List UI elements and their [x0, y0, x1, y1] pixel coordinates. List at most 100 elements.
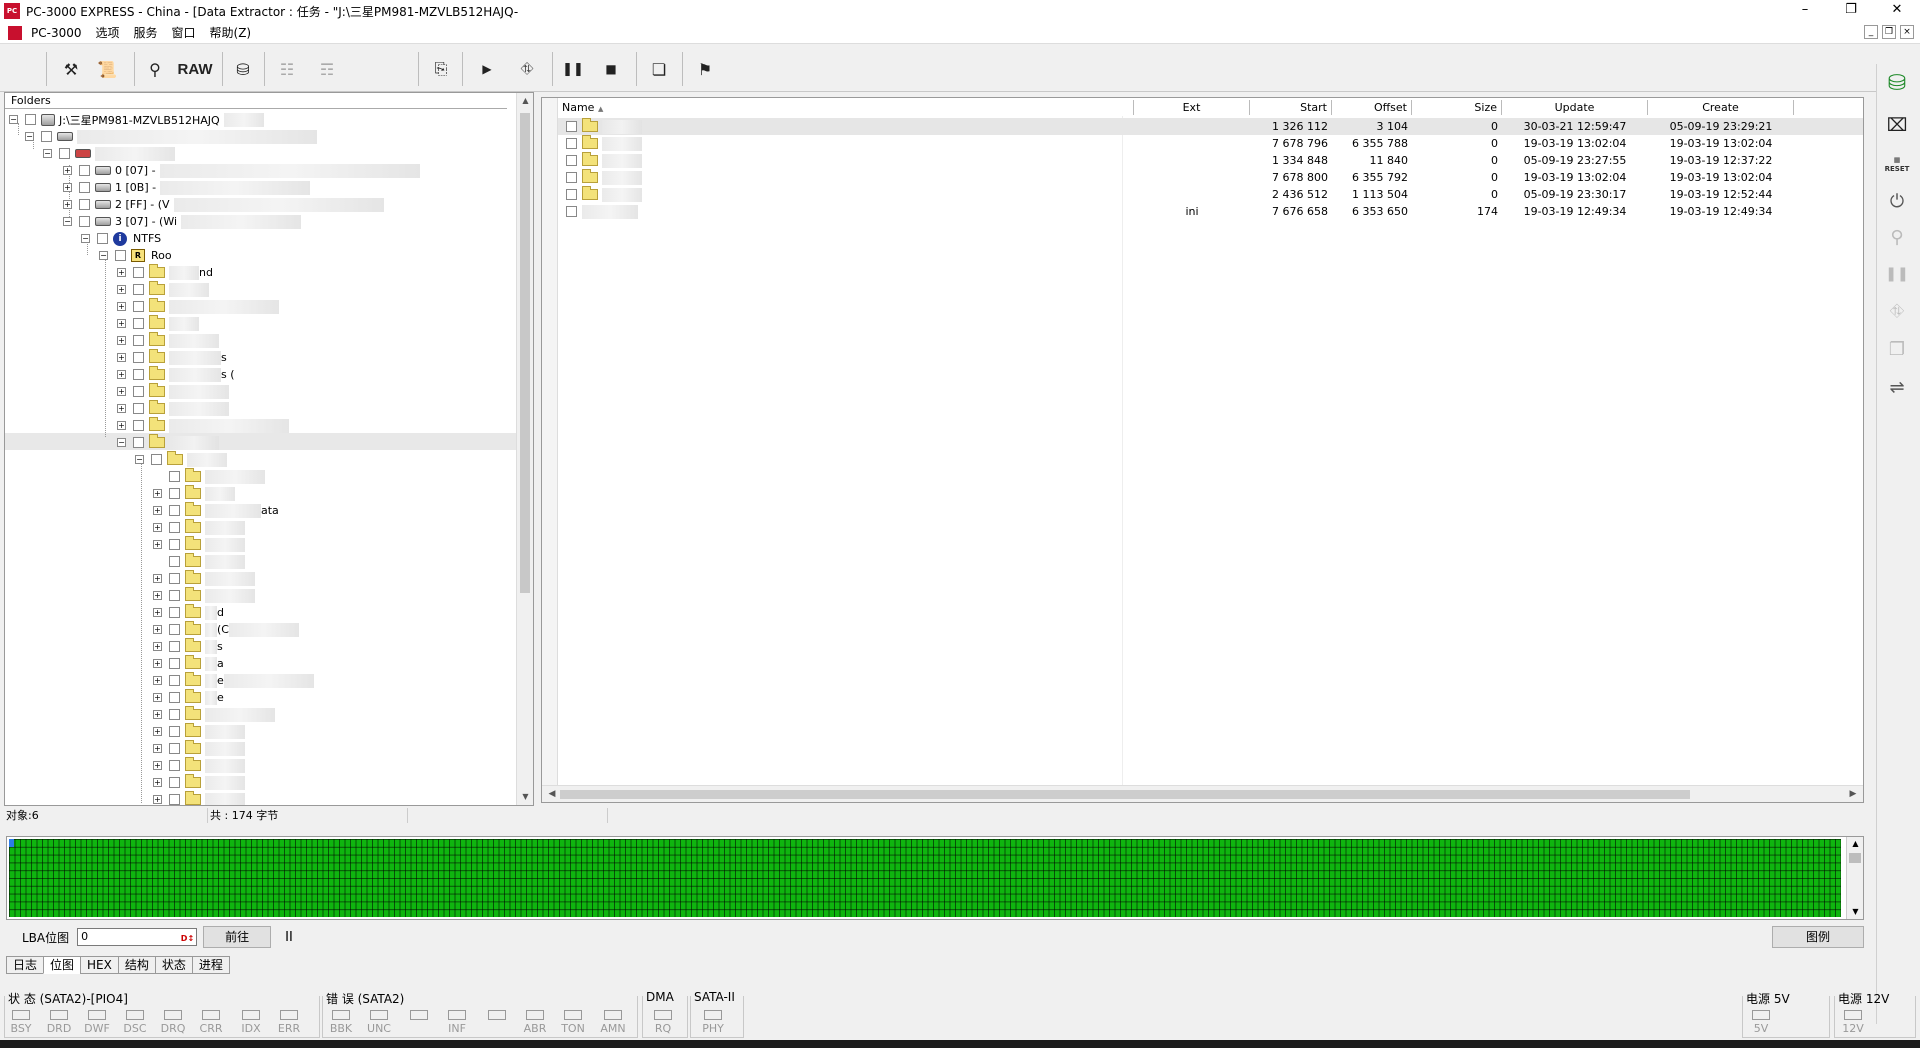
tree-folder[interactable]: +	[117, 315, 199, 332]
tree-checkbox[interactable]	[59, 148, 70, 159]
tree-folder[interactable]: +	[153, 587, 255, 604]
scroll-up-icon[interactable]: ▲	[1847, 837, 1864, 851]
column-update[interactable]: Update	[1502, 100, 1648, 115]
table-row[interactable]: 7 678 800 6 355 792 0 19-03-19 13:02:04 …	[558, 169, 1863, 186]
tree-folder[interactable]: −	[135, 451, 227, 468]
expand-icon[interactable]: +	[63, 183, 72, 192]
tree-checkbox[interactable]	[169, 573, 180, 584]
tree-folder[interactable]: +	[153, 485, 235, 502]
expand-icon[interactable]: +	[153, 540, 162, 549]
tree-checkbox[interactable]	[79, 199, 90, 210]
expand-icon[interactable]: +	[153, 727, 162, 736]
menu-window[interactable]: 窗口	[165, 24, 203, 41]
collapse-icon[interactable]: −	[9, 115, 18, 124]
expand-icon[interactable]: +	[117, 336, 126, 345]
tree-checkbox[interactable]	[133, 284, 144, 295]
tree-folder[interactable]: + a	[153, 655, 224, 672]
tree-item-root[interactable]: − R Roo	[99, 247, 172, 264]
expand-icon[interactable]: +	[117, 319, 126, 328]
tree-checkbox[interactable]	[41, 131, 52, 142]
expand-icon[interactable]: +	[117, 302, 126, 311]
tree-checkbox[interactable]	[169, 556, 180, 567]
binoculars-icon[interactable]: ⚲	[142, 54, 168, 84]
tree-checkbox[interactable]	[169, 658, 180, 669]
tree-checkbox[interactable]	[79, 165, 90, 176]
network-task-icon[interactable]: ⛗	[510, 54, 544, 84]
tree-folder-selected[interactable]: −	[117, 434, 219, 451]
tab-hex[interactable]: HEX	[80, 956, 118, 974]
tree-checkbox[interactable]	[169, 794, 180, 805]
tree-folder[interactable]: + e	[153, 689, 224, 706]
raw-button[interactable]: RAW	[174, 54, 216, 84]
tree-folder[interactable]: +	[153, 536, 245, 553]
column-ext[interactable]: Ext	[1134, 100, 1250, 115]
row-checkbox[interactable]	[566, 121, 577, 132]
tree-checkbox[interactable]	[169, 624, 180, 635]
tree-checkbox[interactable]	[169, 726, 180, 737]
pause-button[interactable]: II	[285, 930, 293, 945]
collapse-icon[interactable]: −	[63, 217, 72, 226]
expand-icon[interactable]: +	[153, 625, 162, 634]
tree-item-disk[interactable]: −	[43, 145, 175, 162]
tree-folder[interactable]: + s	[153, 638, 223, 655]
tree-structure-icon[interactable]: ☷	[272, 54, 302, 84]
expand-icon[interactable]: +	[153, 744, 162, 753]
expand-icon[interactable]: +	[153, 523, 162, 532]
tree-folder[interactable]: + nd	[117, 264, 213, 281]
scroll-down-icon[interactable]: ▼	[517, 789, 533, 805]
mdi-restore-button[interactable]: ❐	[1882, 25, 1896, 39]
tab-structure[interactable]: 结构	[117, 956, 155, 974]
pause-icon[interactable]: ❚❚	[1883, 260, 1911, 288]
play-icon[interactable]: ▶	[472, 54, 502, 84]
tree-folder[interactable]: +	[153, 791, 245, 805]
tree-folder[interactable]: +	[117, 383, 229, 400]
scroll-left-icon[interactable]: ◀	[544, 786, 560, 802]
expand-icon[interactable]: +	[153, 591, 162, 600]
row-checkbox[interactable]	[566, 155, 577, 166]
tree-item-ntfs[interactable]: − i NTFS	[81, 230, 161, 247]
expand-icon[interactable]: +	[153, 761, 162, 770]
tree-checkbox[interactable]	[133, 318, 144, 329]
table-row[interactable]: 2 436 512 1 113 504 0 05-09-19 23:30:17 …	[558, 186, 1863, 203]
row-checkbox[interactable]	[566, 189, 577, 200]
tree-folder[interactable]: + s (	[117, 366, 235, 383]
tree-checkbox[interactable]	[169, 607, 180, 618]
tree-checkbox[interactable]	[169, 641, 180, 652]
expand-icon[interactable]: +	[153, 693, 162, 702]
tree-checkbox[interactable]	[133, 386, 144, 397]
network-icon[interactable]: ⛗	[1883, 298, 1911, 326]
connector-icon[interactable]: ⇌	[1883, 374, 1911, 402]
expand-icon[interactable]: +	[117, 421, 126, 430]
tree-checkbox[interactable]	[169, 675, 180, 686]
disconnect-icon[interactable]: ⌧	[1883, 112, 1911, 140]
column-create[interactable]: Create	[1648, 100, 1794, 115]
tree-checkbox[interactable]	[169, 709, 180, 720]
scroll-thumb[interactable]	[1849, 853, 1861, 863]
column-name[interactable]: Name ▲	[558, 100, 1134, 115]
expand-icon[interactable]: +	[117, 370, 126, 379]
tree-item-device[interactable]: −	[25, 128, 317, 145]
expand-icon[interactable]: +	[63, 166, 72, 175]
mdi-close-button[interactable]: ×	[1900, 25, 1914, 39]
column-offset[interactable]: Offset	[1332, 100, 1412, 115]
windows-icon[interactable]: ❏	[644, 54, 674, 84]
tree-checkbox[interactable]	[169, 488, 180, 499]
scroll-right-icon[interactable]: ▶	[1845, 786, 1861, 802]
tree-folder[interactable]: + ata	[153, 502, 279, 519]
tools-icon[interactable]: ⚒	[56, 54, 86, 84]
tree-checkbox[interactable]	[133, 369, 144, 380]
tree-checkbox[interactable]	[169, 692, 180, 703]
column-start[interactable]: Start	[1250, 100, 1332, 115]
copy-icon[interactable]: ❐	[1883, 336, 1911, 364]
tree-item-partition-3[interactable]: − 3 [07] - (Wi	[63, 213, 302, 230]
tree-folder[interactable]: +	[153, 706, 275, 723]
expand-icon[interactable]: +	[153, 574, 162, 583]
file-list[interactable]: Name ▲ Ext Start Offset Size Update Crea…	[541, 97, 1864, 803]
folder-tree[interactable]: Folders − J:\三星PM981-MZVLB512HAJQ − − + …	[4, 92, 534, 806]
tree-checkbox[interactable]	[97, 233, 108, 244]
collapse-icon[interactable]: −	[81, 234, 90, 243]
tree-checkbox[interactable]	[133, 335, 144, 346]
stop-icon[interactable]: ■	[598, 54, 624, 84]
row-checkbox[interactable]	[566, 206, 577, 217]
collapse-icon[interactable]: −	[117, 438, 126, 447]
